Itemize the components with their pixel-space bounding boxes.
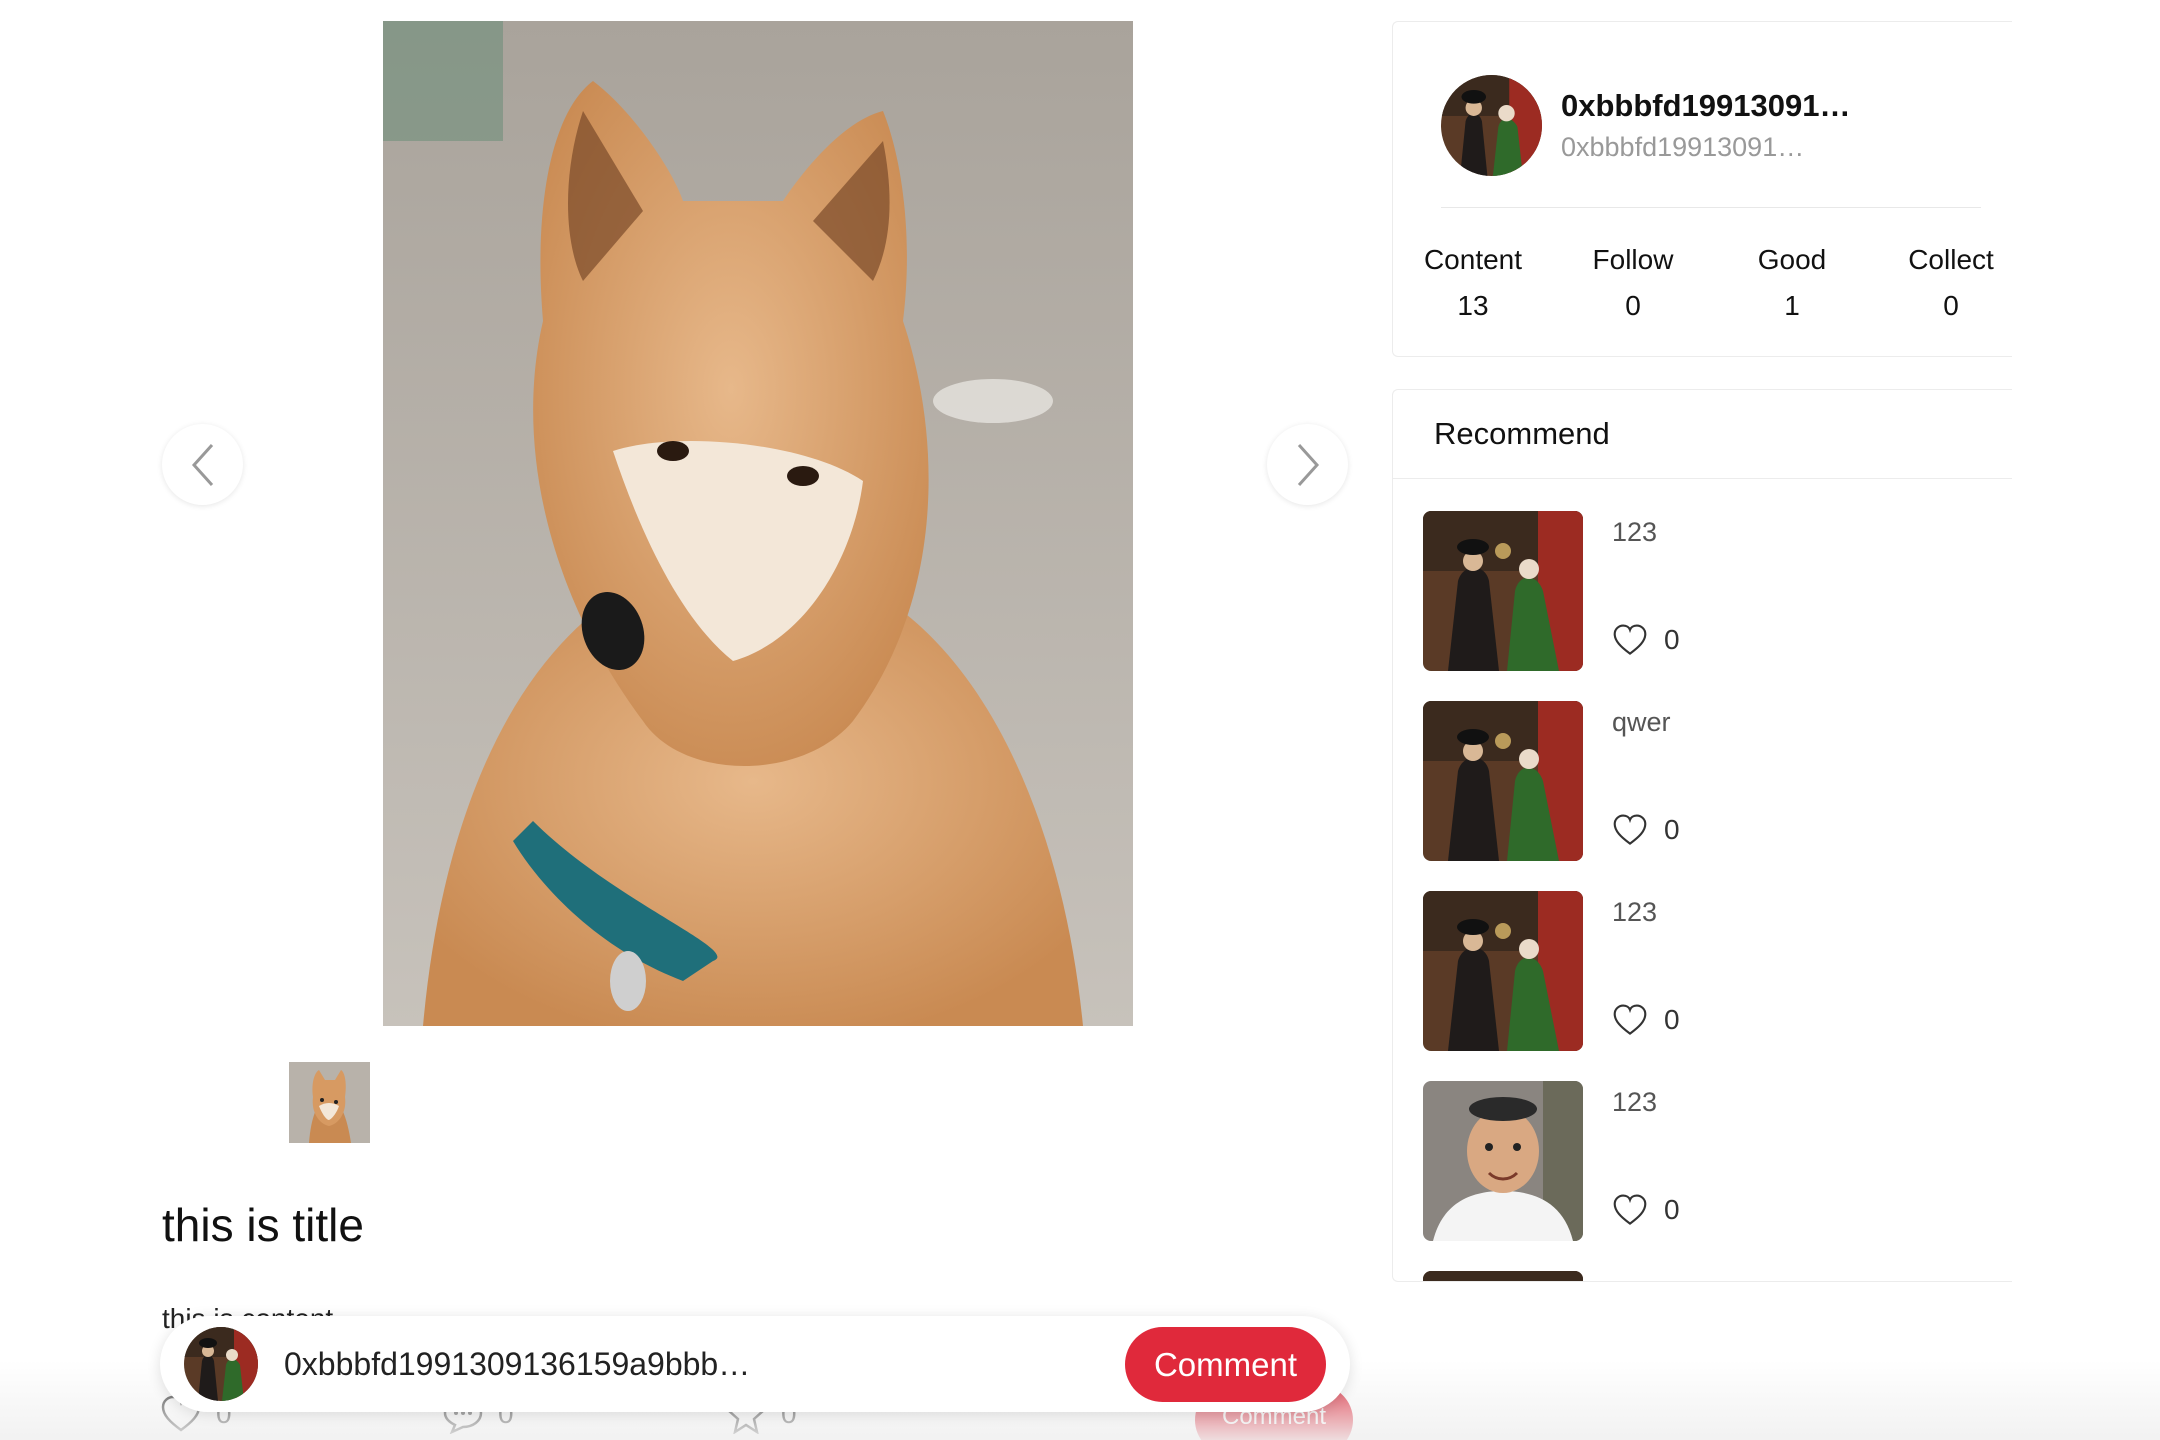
recommend-item[interactable]: 123 0: [1423, 511, 1983, 671]
stat-collect[interactable]: Collect 0: [1871, 244, 2031, 322]
divider: [1441, 207, 1981, 208]
author-address: 0xbbbfd19913091…: [1561, 132, 1805, 162]
recommend-likes[interactable]: 0: [1612, 813, 1680, 847]
recommend-item[interactable]: qwer 0: [1423, 701, 1983, 861]
stat-label: Collect: [1908, 244, 1994, 275]
author-profile-card: 0xbbbfd19913091… 0xbbbfd19913091… Conten…: [1392, 21, 2012, 357]
like-count: 0: [1664, 1004, 1680, 1035]
stat-label: Good: [1757, 244, 1827, 275]
carousel-prev-button[interactable]: [162, 424, 243, 505]
stat-label: Follow: [1592, 244, 1674, 275]
recommend-title: 123: [1612, 1087, 1658, 1117]
post-title: this is title: [162, 1199, 364, 1251]
recommend-likes[interactable]: 0: [1612, 1193, 1680, 1227]
recommend-item[interactable]: 123 0: [1423, 891, 1983, 1051]
chevron-left-icon: [191, 443, 213, 486]
author-avatar[interactable]: [1441, 75, 1542, 176]
avatar: [184, 1327, 258, 1401]
recommend-likes[interactable]: 0: [1612, 1003, 1680, 1037]
recommend-thumbnail: [1423, 1271, 1583, 1281]
recommend-item[interactable]: [1423, 1271, 1983, 1281]
recommend-title: 123: [1612, 897, 1658, 927]
shiba-inu-image: [383, 21, 1133, 1026]
stat-label: Content: [1423, 244, 1523, 275]
heart-icon: [1613, 814, 1647, 845]
heart-icon: [1613, 1194, 1647, 1225]
recommend-thumbnail: [1423, 1081, 1583, 1241]
stat-good[interactable]: Good 1: [1712, 244, 1872, 322]
image-thumbnail[interactable]: [289, 1062, 370, 1143]
heart-icon: [1613, 1004, 1647, 1035]
author-stats: Content 13 Follow 0 Good 1 Collect 0: [1393, 244, 2033, 334]
like-count: 0: [1664, 814, 1680, 845]
comment-bar: 0xbbbfd1991309136159a9bbb… Comment: [160, 1316, 1350, 1412]
recommend-thumbnail: [1423, 891, 1583, 1051]
comment-button[interactable]: Comment: [1125, 1327, 1326, 1402]
like-count: 0: [1664, 624, 1680, 655]
recommend-item[interactable]: 123 0: [1423, 1081, 1983, 1241]
recommend-panel: Recommend 123 0 qwer 0 123 0 123 0: [1392, 389, 2012, 1282]
post-main-image: [383, 21, 1133, 1026]
recommend-thumbnail: [1423, 511, 1583, 671]
recommend-likes[interactable]: 0: [1612, 623, 1680, 657]
carousel-next-button[interactable]: [1267, 424, 1348, 505]
stat-value: 1: [1784, 290, 1800, 321]
author-name[interactable]: 0xbbbfd19913091…: [1561, 88, 1850, 124]
recommend-heading: Recommend: [1393, 390, 2012, 479]
stat-value: 0: [1625, 290, 1641, 321]
recommend-title: 123: [1612, 517, 1658, 547]
like-count: 0: [1664, 1194, 1680, 1225]
stat-content[interactable]: Content 13: [1393, 244, 1553, 322]
stat-value: 13: [1457, 290, 1489, 321]
stat-follow[interactable]: Follow 0: [1553, 244, 1713, 322]
recommend-thumbnail: [1423, 701, 1583, 861]
heart-icon: [1613, 624, 1647, 655]
recommend-title: qwer: [1612, 707, 1671, 737]
stat-value: 0: [1943, 290, 1959, 321]
chevron-right-icon: [1297, 443, 1319, 486]
comment-user-address: 0xbbbfd1991309136159a9bbb…: [284, 1346, 751, 1382]
